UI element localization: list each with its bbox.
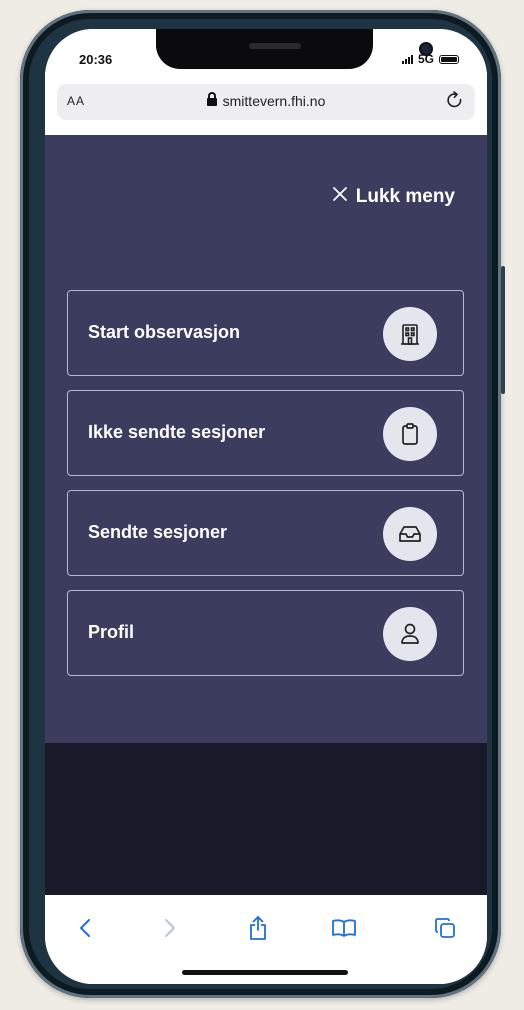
menu-item-unsent-sessions[interactable]: Ikke sendte sesjoner <box>67 390 464 476</box>
lock-icon <box>206 92 217 106</box>
clipboard-icon <box>383 407 437 461</box>
status-time: 20:36 <box>79 52 113 67</box>
menu-item-label: Start observasjon <box>88 322 241 342</box>
menu-item-sent-sessions[interactable]: Sendte sesjoner <box>67 490 464 576</box>
speaker <box>249 43 301 49</box>
side-button <box>501 266 505 394</box>
back-icon[interactable] <box>70 913 100 943</box>
inbox-icon <box>383 507 437 561</box>
battery-icon <box>439 54 459 64</box>
menu-item-label: Sendte sesjoner <box>88 522 228 542</box>
home-indicator <box>182 970 348 975</box>
address-bar[interactable]: AA smittevern.fhi.no <box>57 84 475 120</box>
phone-screen: 20:36 5G AA smittevern.fhi.no Lukk meny … <box>45 29 487 984</box>
navigation-menu: Lukk meny Start observasjon Ikke sendte … <box>45 135 487 743</box>
network-label: 5G <box>417 52 434 66</box>
menu-item-start-observation[interactable]: Start observasjon <box>67 290 464 376</box>
close-icon <box>332 185 348 208</box>
close-menu-label: Lukk meny <box>355 185 455 207</box>
camera <box>421 44 431 54</box>
page-background <box>45 743 487 895</box>
bookmarks-icon[interactable] <box>329 913 359 943</box>
reload-icon[interactable] <box>445 90 465 118</box>
notch <box>156 29 431 69</box>
menu-item-label: Ikke sendte sesjoner <box>88 422 266 442</box>
tabs-icon[interactable] <box>430 913 460 943</box>
user-icon <box>383 607 437 661</box>
share-icon[interactable] <box>243 913 273 943</box>
signal-icon <box>401 54 413 64</box>
forward-icon[interactable] <box>155 913 185 943</box>
building-icon <box>383 307 437 361</box>
browser-toolbar <box>45 895 487 984</box>
url-text: smittevern.fhi.no <box>222 93 326 109</box>
close-menu-button[interactable]: Lukk meny <box>332 185 455 208</box>
menu-item-label: Profil <box>88 622 135 642</box>
menu-item-profile[interactable]: Profil <box>67 590 464 676</box>
url-display[interactable]: smittevern.fhi.no <box>57 92 475 109</box>
status-indicators: 5G <box>401 52 459 66</box>
